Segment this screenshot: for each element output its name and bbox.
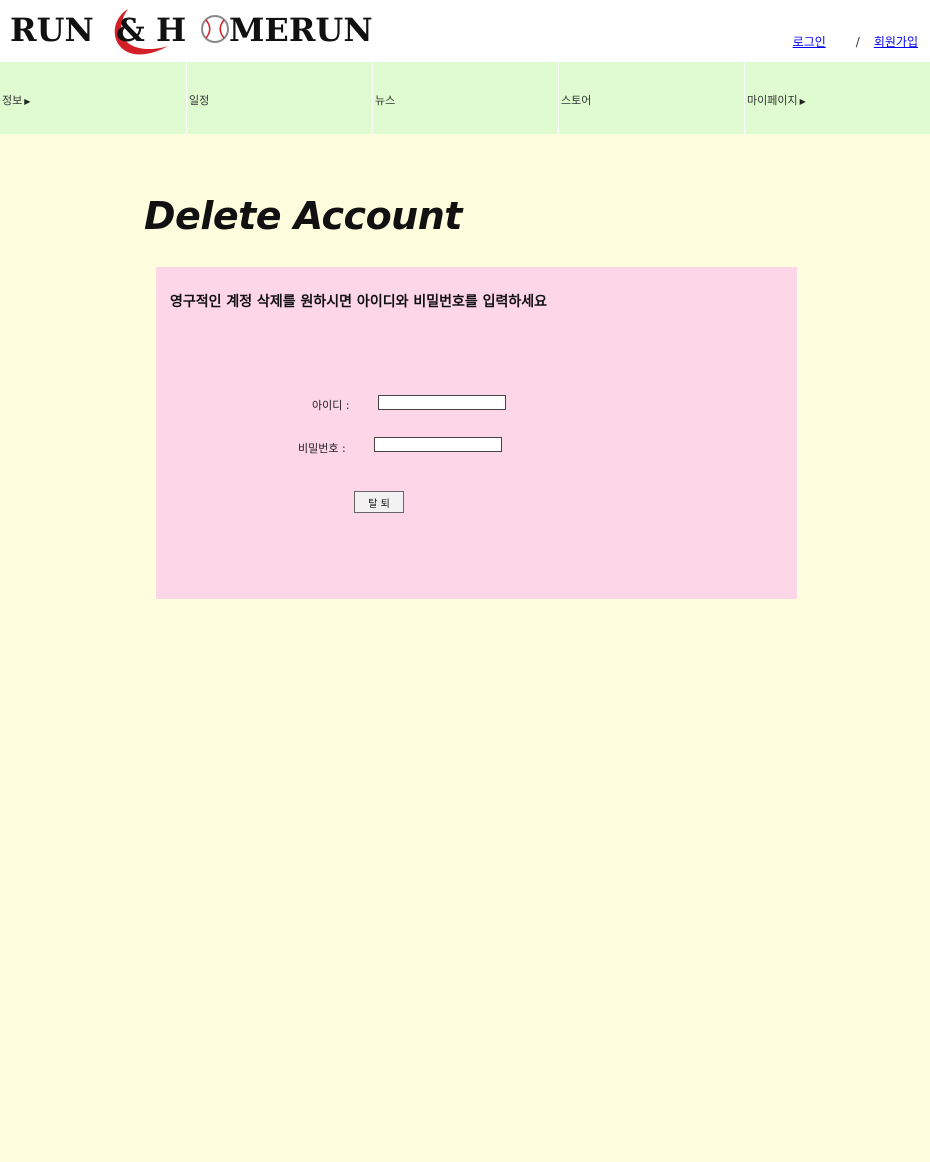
id-label: 아이디 :: [312, 399, 350, 412]
nav-item-news[interactable]: 뉴스: [371, 62, 558, 134]
logo-text-merun: MERUN: [229, 11, 373, 49]
auth-separator: /: [855, 35, 860, 49]
id-input[interactable]: [378, 395, 506, 410]
main-content: Delete Account 영구적인 계정 삭제를 원하시면 아이디와 비밀번…: [0, 134, 930, 1162]
nav-item-label: 뉴스: [374, 94, 396, 107]
caret-right-icon: ▶: [799, 97, 806, 106]
main-nav: 정보 ▶ 일정 뉴스 스토어 마이페이지 ▶: [0, 62, 930, 134]
password-label: 비밀번호 :: [298, 442, 346, 455]
login-link[interactable]: 로그인: [793, 35, 826, 49]
site-header: RUN & H MERUN 로그인 / 회원가입: [0, 0, 930, 62]
auth-links: 로그인 / 회원가입: [793, 33, 918, 50]
withdraw-button[interactable]: 탈 퇴: [354, 491, 404, 513]
site-logo[interactable]: RUN & H MERUN: [10, 6, 380, 56]
nav-item-label: 정보: [2, 94, 23, 107]
nav-item-schedule[interactable]: 일정: [185, 62, 372, 134]
delete-account-panel: 영구적인 계정 삭제를 원하시면 아이디와 비밀번호를 입력하세요 아이디 : …: [156, 267, 797, 599]
nav-item-store[interactable]: 스토어: [557, 62, 744, 134]
nav-item-mypage[interactable]: 마이페이지 ▶: [743, 62, 930, 134]
logo-text-amp: & H: [116, 11, 186, 49]
logo-graphic: RUN & H MERUN: [10, 9, 373, 55]
nav-item-label: 마이페이지: [746, 94, 798, 107]
logo-text-run: RUN: [10, 11, 94, 49]
nav-item-label: 일정: [188, 94, 210, 107]
caret-right-icon: ▶: [24, 97, 31, 106]
instruction-message: 영구적인 계정 삭제를 원하시면 아이디와 비밀번호를 입력하세요: [170, 294, 548, 310]
page-title: Delete Account: [144, 194, 462, 238]
baseball-icon: [201, 15, 229, 43]
nav-item-label: 스토어: [560, 94, 592, 107]
password-input[interactable]: [374, 437, 502, 452]
signup-link[interactable]: 회원가입: [874, 35, 918, 49]
nav-item-info[interactable]: 정보 ▶: [0, 62, 186, 134]
